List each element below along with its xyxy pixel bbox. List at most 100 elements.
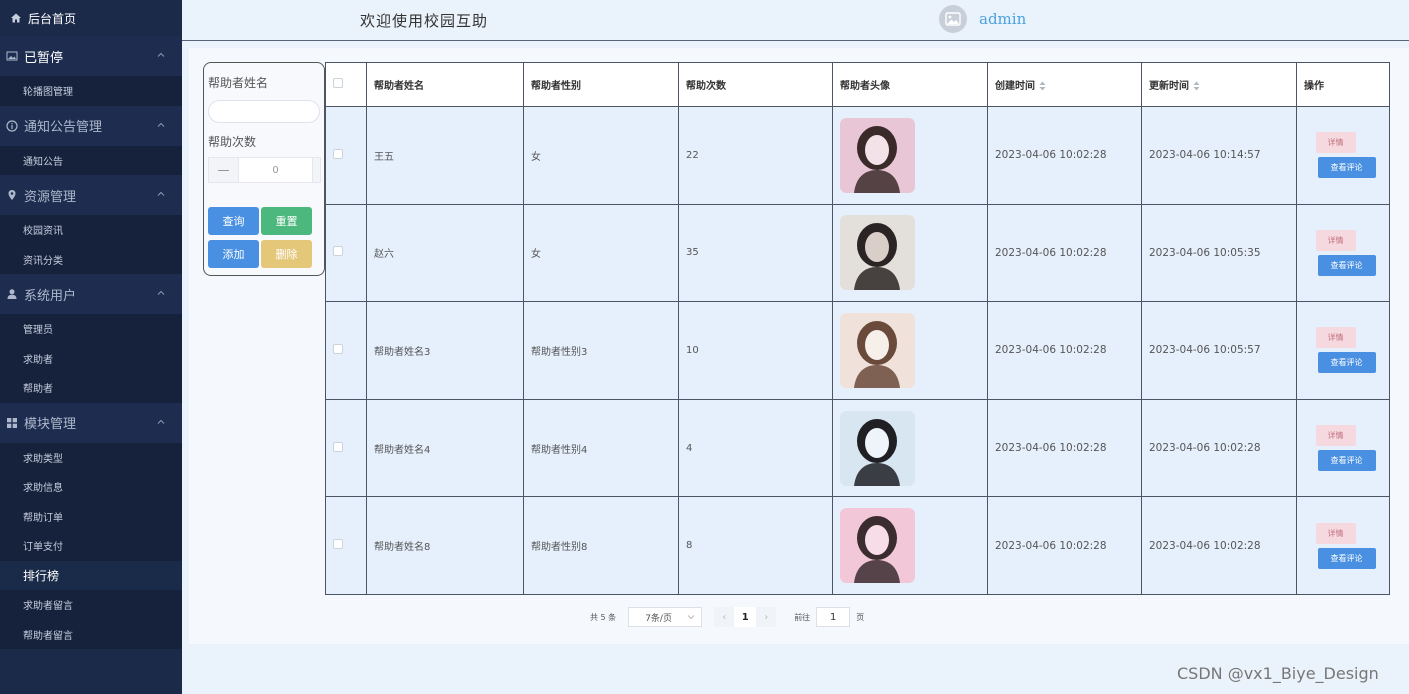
user-icon <box>6 288 18 300</box>
sidebar-item-help-type[interactable]: 求助类型 <box>0 442 182 472</box>
chevron-up-icon <box>157 290 165 295</box>
helper-avatar-image[interactable] <box>840 410 915 486</box>
table-row[interactable]: 赵六女 35 2023-04-06 10:02:28 2023-04-06 10:05… <box>325 203 1390 303</box>
grid-icon <box>6 417 18 429</box>
chevron-up-icon <box>157 122 165 127</box>
row-checkbox[interactable] <box>333 539 343 550</box>
sidebar-item-label: 求助类型 <box>23 453 63 465</box>
goto-page-input[interactable]: 1 <box>816 607 851 627</box>
sidebar-item-helper-message[interactable]: 帮助者留言 <box>0 619 182 649</box>
total-count: 共 5 条 <box>590 612 617 622</box>
table-row[interactable]: 王五女 22 2023-04-06 10:02:28 2023-04-06 10:14… <box>325 106 1390 205</box>
column-header: 帮助者性别 <box>523 62 679 107</box>
view-comments-button[interactable]: 查看评论 <box>1317 254 1376 276</box>
helper-avatar-image[interactable] <box>840 312 915 388</box>
detail-button[interactable]: 详情 <box>1315 522 1356 544</box>
view-comments-button[interactable]: 查看评论 <box>1317 157 1376 179</box>
sidebar-item-order-payment[interactable]: 订单支付 <box>0 531 182 561</box>
sidebar-item-carousel[interactable]: 轮播图管理 <box>0 76 182 106</box>
cell-count: 22 <box>678 106 833 205</box>
helper-avatar-image[interactable] <box>840 117 915 193</box>
page-size-value: 7条/页 <box>645 613 672 624</box>
sidebar-item-ranking[interactable]: 排行榜 <box>0 560 182 590</box>
view-comments-button[interactable]: 查看评论 <box>1317 352 1376 374</box>
helper-name-input[interactable] <box>208 100 320 123</box>
cell-created: 2023-04-06 10:02:28 <box>987 106 1142 205</box>
sidebar-group-label: 资源管理 <box>24 189 77 205</box>
table-row[interactable]: 帮助者姓名3 帮助者性别3 10 2023-04-06 10:02:28 2023-04… <box>325 301 1390 400</box>
sidebar-item-notice[interactable]: 通知公告 <box>0 145 182 175</box>
view-comments-button[interactable]: 查看评论 <box>1317 547 1376 569</box>
info-icon <box>6 119 18 132</box>
sort-icon[interactable] <box>1193 81 1200 91</box>
sidebar-item-help-order[interactable]: 帮助订单 <box>0 501 182 531</box>
helper-avatar-image[interactable] <box>840 215 915 291</box>
sidebar-group-label: 系统用户 <box>24 288 77 304</box>
sidebar-item-home[interactable]: 后台首页 <box>0 0 182 36</box>
cell-gender: 帮助者性别3 <box>523 301 679 400</box>
sidebar-group-notice[interactable]: 通知公告管理 <box>0 105 182 146</box>
cell-name: 帮助者姓名4 <box>366 398 524 498</box>
detail-button[interactable]: 详情 <box>1315 132 1356 154</box>
sidebar-item-label: 管理员 <box>23 325 53 337</box>
reset-button[interactable]: 重置 <box>261 207 312 235</box>
sidebar-item-label: 轮播图管理 <box>23 87 73 99</box>
select-all-checkbox[interactable] <box>333 78 343 88</box>
avatar[interactable] <box>939 5 967 33</box>
stepper-minus-button[interactable]: — <box>209 158 239 182</box>
sidebar-item-seeker-message[interactable]: 求助者留言 <box>0 590 182 620</box>
sidebar-group-modules[interactable]: 模块管理 <box>0 402 182 443</box>
column-header-created[interactable]: 创建时间 <box>987 62 1142 107</box>
detail-button[interactable]: 详情 <box>1315 327 1356 349</box>
help-count-stepper[interactable]: — 0 <box>208 157 321 183</box>
column-header-updated[interactable]: 更新时间 <box>1141 62 1297 107</box>
sidebar-item-campus-news[interactable]: 校园资讯 <box>0 215 182 245</box>
sidebar-item-admin[interactable]: 管理员 <box>0 314 182 344</box>
table-row[interactable]: 帮助者姓名8 帮助者性别8 8 2023-04-06 10:02:28 2023-04-… <box>325 496 1390 595</box>
sidebar-item-help-info[interactable]: 求助信息 <box>0 472 182 502</box>
query-button[interactable]: 查询 <box>208 207 259 235</box>
sort-icon[interactable] <box>1039 81 1046 91</box>
cell-count: 4 <box>678 398 833 498</box>
detail-button[interactable]: 详情 <box>1315 229 1356 251</box>
cell-actions: 详情 查看评论 <box>1296 496 1390 595</box>
view-comments-button[interactable]: 查看评论 <box>1317 450 1376 472</box>
home-icon <box>10 12 22 24</box>
column-header-label: 更新时间 <box>1149 81 1189 92</box>
sidebar-item-label: 帮助者 <box>23 384 53 396</box>
sidebar-group-label: 已暂停 <box>24 50 64 66</box>
sidebar-group-users[interactable]: 系统用户 <box>0 274 182 314</box>
sidebar-item-news-category[interactable]: 资讯分类 <box>0 244 182 274</box>
username[interactable]: admin <box>979 10 1026 28</box>
cell-avatar <box>832 496 988 595</box>
page-unit-label: 页 <box>856 612 865 622</box>
row-checkbox[interactable] <box>333 246 343 257</box>
cell-name: 帮助者姓名3 <box>366 301 524 400</box>
detail-button[interactable]: 详情 <box>1315 425 1356 447</box>
delete-button[interactable]: 删除 <box>261 240 312 268</box>
help-count-label: 帮助次数 <box>208 135 257 149</box>
cell-created: 2023-04-06 10:02:28 <box>987 496 1142 595</box>
sidebar-group-resource[interactable]: 资源管理 <box>0 175 182 215</box>
cell-gender: 女 <box>523 106 679 205</box>
table-row[interactable]: 帮助者姓名4 帮助者性别4 4 2023-04-06 10:02:28 2023-04-… <box>325 398 1390 498</box>
sidebar-group-carousel[interactable]: 已暂停 <box>0 36 182 76</box>
sidebar-item-helper[interactable]: 帮助者 <box>0 373 182 403</box>
next-page-button[interactable]: › <box>756 607 777 627</box>
page-number[interactable]: 1 <box>734 607 757 627</box>
row-checkbox[interactable] <box>333 148 343 159</box>
row-checkbox[interactable] <box>333 441 343 452</box>
helper-avatar-image[interactable] <box>840 508 915 584</box>
sidebar-item-seeker[interactable]: 求助者 <box>0 343 182 373</box>
cell-count: 8 <box>678 496 833 595</box>
cell-updated: 2023-04-06 10:02:28 <box>1141 496 1297 595</box>
row-checkbox[interactable] <box>333 343 343 354</box>
stepper-value[interactable]: 0 <box>239 158 312 182</box>
cell-actions: 详情 查看评论 <box>1296 106 1390 205</box>
search-panel: 帮助者姓名 帮助次数 — 0 查询 重置 添加 删除 <box>203 62 325 276</box>
cell-count: 35 <box>678 203 833 303</box>
prev-page-button[interactable]: ‹ <box>714 607 735 627</box>
add-button[interactable]: 添加 <box>208 240 259 268</box>
page-size-select[interactable]: 7条/页 <box>628 607 703 627</box>
stepper-plus-button[interactable] <box>312 158 320 182</box>
